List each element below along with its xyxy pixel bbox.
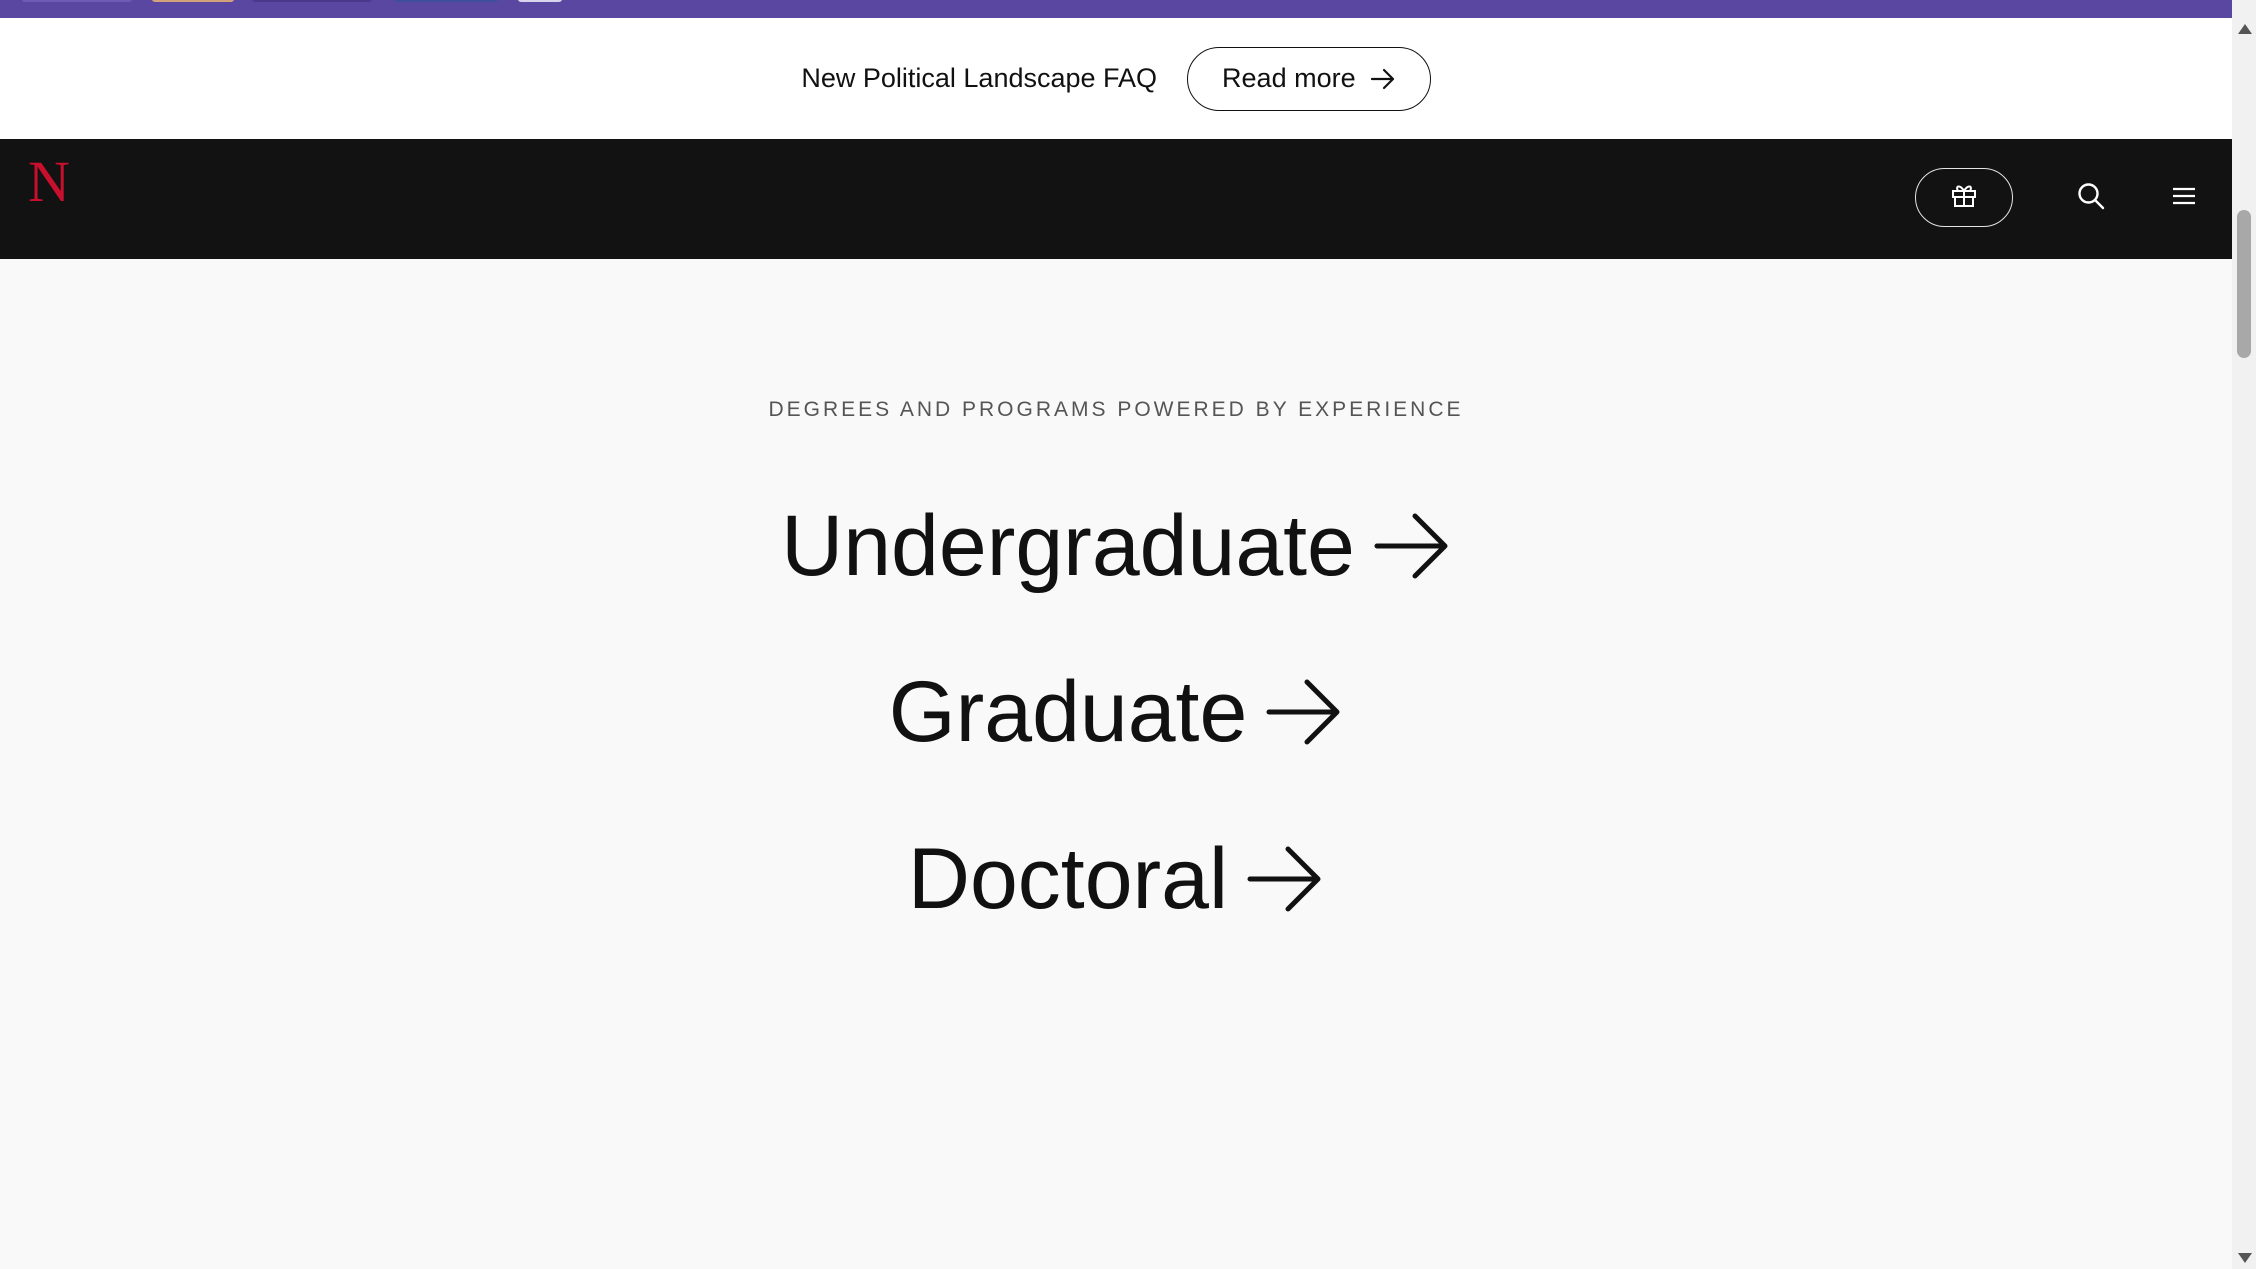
strip-chip	[518, 0, 562, 2]
strip-chip	[394, 0, 498, 2]
search-icon	[2076, 181, 2106, 216]
strip-chip	[252, 0, 372, 2]
undergraduate-link[interactable]: Undergraduate	[0, 503, 2232, 589]
arrow-right-icon	[1246, 844, 1324, 914]
menu-button[interactable]	[2167, 181, 2201, 215]
graduate-label: Graduate	[888, 664, 1248, 760]
announcement-bar: New Political Landscape FAQ Read more	[0, 18, 2232, 139]
doctoral-link[interactable]: Doctoral	[0, 836, 2232, 922]
logo[interactable]: N	[28, 153, 70, 211]
arrow-right-icon	[1373, 511, 1451, 581]
gift-icon	[1950, 182, 1978, 213]
scrollbar-thumb[interactable]	[2237, 210, 2251, 358]
undergraduate-label: Undergraduate	[781, 498, 1355, 594]
scrollbar[interactable]	[2232, 0, 2256, 1269]
strip-chip	[152, 0, 234, 2]
search-button[interactable]	[2074, 181, 2108, 215]
main-nav: N	[0, 139, 2232, 259]
arrow-right-icon	[1265, 677, 1343, 747]
scroll-down-arrow-icon[interactable]	[2238, 1253, 2252, 1263]
top-strip	[0, 0, 2232, 18]
read-more-button[interactable]: Read more	[1187, 46, 1431, 111]
strip-chip	[22, 0, 132, 2]
give-button[interactable]	[1915, 168, 2013, 227]
scroll-up-arrow-icon[interactable]	[2238, 24, 2252, 34]
page: New Political Landscape FAQ Read more N	[0, 0, 2256, 1269]
menu-icon	[2171, 185, 2197, 212]
section-eyebrow: DEGREES AND PROGRAMS POWERED BY EXPERIEN…	[768, 398, 1464, 421]
doctoral-label: Doctoral	[907, 831, 1229, 927]
arrow-right-icon	[1370, 68, 1396, 90]
programs-section: DEGREES AND PROGRAMS POWERED BY EXPERIEN…	[0, 259, 2232, 1269]
read-more-label: Read more	[1222, 63, 1356, 93]
graduate-link[interactable]: Graduate	[0, 669, 2232, 755]
announcement-text: New Political Landscape FAQ	[801, 63, 1158, 93]
